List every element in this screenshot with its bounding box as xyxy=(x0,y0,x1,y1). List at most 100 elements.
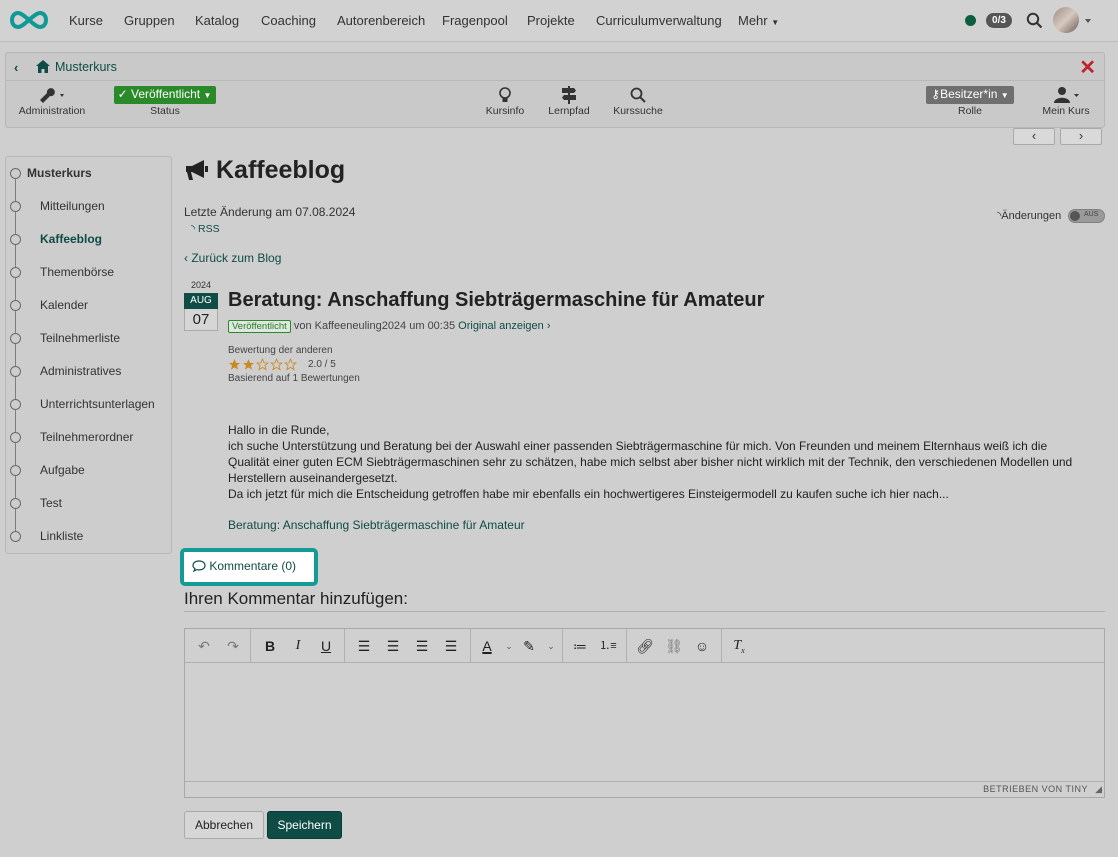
home-icon[interactable] xyxy=(36,60,50,73)
toolbar-divider xyxy=(470,629,471,663)
numbered-list-icon[interactable]: ⒈≡ xyxy=(598,637,618,655)
tree-item-themenboerse[interactable]: Themenbörse xyxy=(6,263,171,283)
text-color-icon[interactable]: A xyxy=(477,637,497,655)
administration-menu[interactable]: Administration xyxy=(16,85,88,117)
tree-item-unterrichtsunterlagen[interactable]: Unterrichtsunterlagen xyxy=(6,395,171,415)
undo-icon[interactable]: ↶ xyxy=(194,637,214,655)
align-right-icon[interactable]: ☰ xyxy=(383,637,403,655)
align-justify-icon[interactable]: ☰ xyxy=(354,637,374,655)
changes-toggle[interactable]: AUS xyxy=(1068,209,1105,223)
post-date-month: AUG xyxy=(184,293,218,309)
powered-by-tiny[interactable]: BETRIEBEN VON TINY xyxy=(983,784,1088,794)
post-date-day: 07 xyxy=(184,309,218,331)
nav-gruppen[interactable]: Gruppen xyxy=(124,13,175,28)
previous-node-button[interactable]: ‹ xyxy=(1013,128,1055,145)
back-to-blog-label: Zurück zum Blog xyxy=(191,251,282,265)
user-avatar[interactable] xyxy=(1053,7,1079,33)
comments-button[interactable]: Kommentare (0) xyxy=(180,548,318,586)
tree-item-kaffeeblog[interactable]: Kaffeeblog xyxy=(6,230,171,250)
post-date-year: 2024 xyxy=(190,280,212,290)
bold-icon[interactable]: B xyxy=(260,637,280,655)
chevron-down-icon[interactable]: ⌄ xyxy=(499,637,519,655)
toolbar-divider xyxy=(562,629,563,663)
status-menu[interactable]: ✓ Veröffentlicht ▼ Status xyxy=(111,85,219,117)
nav-curriculumverwaltung[interactable]: Curriculumverwaltung xyxy=(596,13,722,28)
lightbulb-icon xyxy=(499,87,511,102)
back-to-blog-link[interactable]: ‹ Zurück zum Blog xyxy=(184,251,281,265)
nav-fragenpool[interactable]: Fragenpool xyxy=(442,13,508,28)
save-button[interactable]: Speichern xyxy=(267,811,342,839)
next-node-button[interactable]: › xyxy=(1060,128,1102,145)
tree-node-icon xyxy=(10,531,21,542)
chevron-down-icon[interactable] xyxy=(1085,19,1091,23)
changes-label: Änderungen xyxy=(1001,210,1062,222)
italic-icon[interactable]: I xyxy=(288,637,308,655)
role-dropdown[interactable]: ⚷Besitzer*in ▼ xyxy=(926,86,1014,104)
rating-stars: 2.0 / 5 xyxy=(228,357,336,371)
tree-item-linkliste[interactable]: Linkliste xyxy=(6,527,171,547)
wrench-icon xyxy=(40,88,64,103)
emoji-icon[interactable]: ☺ xyxy=(692,637,712,655)
tree-item-teilnehmerordner[interactable]: Teilnehmerordner xyxy=(6,428,171,448)
tree-item-label: Teilnehmerliste xyxy=(40,331,121,345)
rating-value: 2.0 / 5 xyxy=(308,358,336,370)
cancel-button[interactable]: Abbrechen xyxy=(184,811,264,839)
post-link[interactable]: Beratung: Anschaffung Siebträgermaschine… xyxy=(228,518,525,532)
post-paragraph: Hallo in die Runde, xyxy=(228,423,330,437)
role-menu[interactable]: ⚷Besitzer*in ▼ Rolle xyxy=(923,85,1017,117)
nav-kurse[interactable]: Kurse xyxy=(69,13,103,28)
breadcrumb-course-link[interactable]: Musterkurs xyxy=(55,60,117,74)
link-icon[interactable]: 🔗︎ xyxy=(635,637,655,655)
online-status-icon[interactable] xyxy=(965,15,976,26)
chevron-right-icon: › xyxy=(1078,128,1084,143)
kurssuche-button[interactable]: Kurssuche xyxy=(610,85,666,117)
user-icon xyxy=(1054,87,1079,103)
tree-item-test[interactable]: Test xyxy=(6,494,171,514)
kursinfo-button[interactable]: Kursinfo xyxy=(482,85,528,117)
check-icon: ✓ xyxy=(117,87,128,101)
tree-node-icon xyxy=(10,333,21,344)
align-center-icon[interactable]: ☰ xyxy=(412,637,432,655)
redo-icon[interactable]: ↷ xyxy=(223,637,243,655)
tree-item-label: Kalender xyxy=(40,298,89,312)
unlink-icon[interactable]: ⛓︎ xyxy=(664,637,684,655)
status-dropdown[interactable]: ✓ Veröffentlicht ▼ xyxy=(113,86,217,104)
openolat-logo[interactable] xyxy=(7,9,51,31)
tree-item-root[interactable]: Musterkurs xyxy=(6,164,171,184)
rss-label: RSS xyxy=(198,223,220,235)
chevron-down-icon[interactable]: ⌄ xyxy=(541,637,561,655)
toolbar-divider xyxy=(721,629,722,663)
tree-item-administratives[interactable]: Administratives xyxy=(6,362,171,382)
tree-item-aufgabe[interactable]: Aufgabe xyxy=(6,461,171,481)
back-arrow-icon[interactable]: ‹ xyxy=(14,60,18,75)
tree-item-kalender[interactable]: Kalender xyxy=(6,296,171,316)
star-empty-icon xyxy=(284,357,297,371)
tree-item-mitteilungen[interactable]: Mitteilungen xyxy=(6,197,171,217)
highlight-color-icon[interactable]: ✎ xyxy=(519,637,539,655)
close-icon[interactable]: ✕ xyxy=(1079,55,1096,80)
nav-coaching[interactable]: Coaching xyxy=(261,13,316,28)
tree-node-icon xyxy=(10,168,21,179)
resize-handle-icon[interactable]: ◢ xyxy=(1095,784,1102,795)
lernpfad-button[interactable]: Lernpfad xyxy=(546,85,592,117)
nav-autorenbereich[interactable]: Autorenbereich xyxy=(337,13,425,28)
nav-mehr[interactable]: Mehr ▼ xyxy=(738,13,779,28)
tree-item-label: Themenbörse xyxy=(40,265,115,279)
align-left-icon[interactable]: ☰ xyxy=(441,637,461,655)
search-icon[interactable] xyxy=(1026,12,1043,29)
editor-text-area[interactable] xyxy=(185,663,1104,783)
nav-katalog[interactable]: Katalog xyxy=(195,13,239,28)
clear-formatting-icon[interactable]: Tx xyxy=(729,637,749,655)
nav-mehr-label: Mehr xyxy=(738,13,768,28)
rss-link[interactable]: ◝ RSS xyxy=(191,223,220,235)
underline-icon[interactable]: U xyxy=(316,637,336,655)
notification-count-badge[interactable]: 0/3 xyxy=(986,13,1012,28)
last-change-text: Letzte Änderung am 07.08.2024 xyxy=(184,205,356,219)
tree-item-teilnehmerliste[interactable]: Teilnehmerliste xyxy=(6,329,171,349)
mein-kurs-menu[interactable]: Mein Kurs xyxy=(1036,85,1096,117)
nav-projekte[interactable]: Projekte xyxy=(527,13,575,28)
rss-icon: ◝ xyxy=(191,223,196,235)
tree-node-icon xyxy=(10,201,21,212)
bullet-list-icon[interactable]: ≔ xyxy=(570,637,590,655)
original-link[interactable]: Original anzeigen › xyxy=(458,320,550,332)
